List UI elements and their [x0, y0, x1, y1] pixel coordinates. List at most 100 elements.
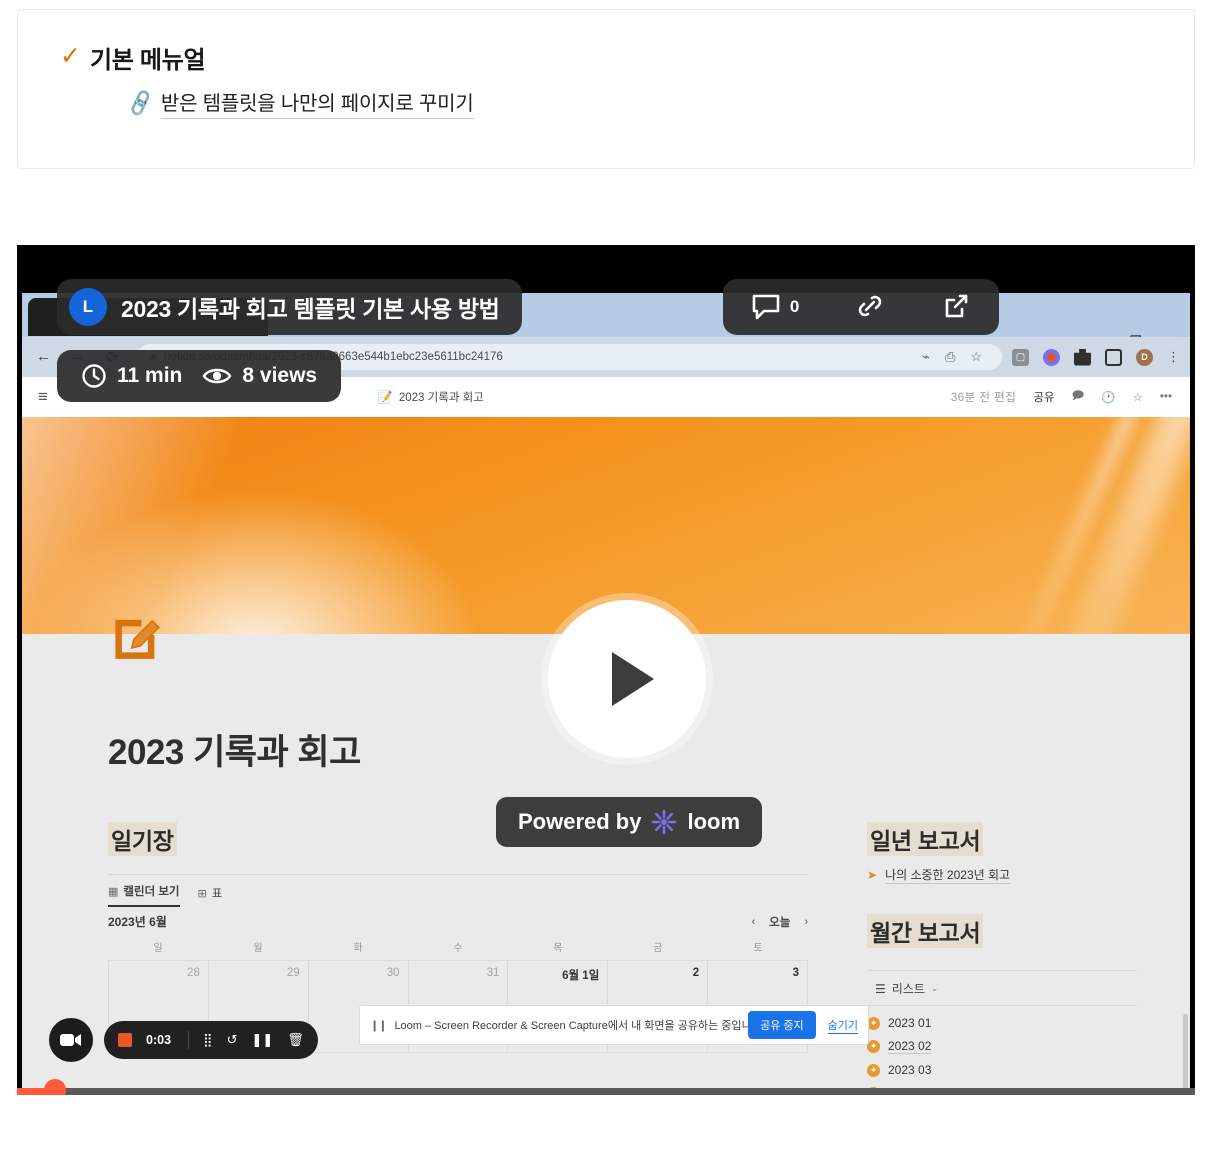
list-item-label[interactable]: 2023 03	[888, 1063, 931, 1077]
chevron-left-icon[interactable]: ‹	[751, 916, 755, 928]
chevron-down-icon[interactable]: ⌄	[931, 983, 939, 994]
yearly-report-label[interactable]: 나의 소중한 2023년 회고	[885, 866, 1011, 884]
reports-section: 일년 보고서 ➤ 나의 소중한 2023년 회고 월간 보고서 ☰ 리스트 ⌄ …	[867, 822, 1137, 1095]
page-title: 기본 메뉴얼	[90, 47, 206, 74]
duration-meta: 11 min	[81, 363, 182, 389]
last-edited-label: 36분 전 편집	[950, 392, 1017, 404]
drawing-dots-icon[interactable]: ⣿	[203, 1032, 213, 1048]
recorder-control-bar[interactable]: 0:03 ⣿ ↺ ❚❚ 🗑	[104, 1021, 318, 1059]
loom-flower-icon	[652, 809, 677, 835]
callout-link-row[interactable]: 🔗 받은 템플릿을 나만의 페이지로 꾸미기	[125, 87, 1194, 119]
monthly-report-list[interactable]: ✦ 2023 01 ✦ 2023 02 ✦ 2023 03 ✦ 2023 04	[867, 1016, 1137, 1095]
open-external-button[interactable]	[941, 293, 971, 321]
list-item[interactable]: ✦ 2023 03	[867, 1063, 1137, 1077]
weekday-label: 화	[353, 943, 363, 954]
weekday-label: 일	[153, 943, 163, 954]
callout-link-text[interactable]: 받은 템플릿을 나만의 페이지로 꾸미기	[160, 87, 474, 119]
link-chain-icon	[858, 295, 882, 317]
camera-icon[interactable]: ▢	[1012, 348, 1029, 366]
loom-icon[interactable]	[1043, 348, 1060, 366]
weekday-label: 토	[753, 943, 763, 954]
powered-by-badge[interactable]: Powered by loom	[496, 797, 763, 847]
loom-actions-pill[interactable]: 0	[723, 279, 999, 335]
memo-pencil-icon	[115, 619, 160, 659]
sidepanel-icon[interactable]	[1105, 348, 1122, 366]
camera-bubble[interactable]	[49, 1018, 93, 1062]
weekday-label: 월	[253, 943, 263, 954]
weekday-label: 수	[453, 943, 463, 954]
breadcrumb[interactable]: 📝 2023 기록과 회고	[378, 389, 484, 405]
share-icon[interactable]: ⌁	[922, 349, 930, 365]
video-title: 2023 기록과 회고 템플릿 기본 사용 방법	[121, 296, 500, 322]
hamburger-menu-icon[interactable]: ≡	[38, 387, 48, 407]
list-view-label[interactable]: 리스트	[892, 980, 925, 997]
loom-video-embed[interactable]: ⌄ − ❐ ✕ ← → ⟳ ▣ notion.so/ddaamhaa/2023-…	[17, 245, 1195, 1095]
weekday-label: 목	[553, 943, 563, 954]
bookmark-star-icon[interactable]: ☆	[970, 349, 982, 365]
memo-pencil-icon: 📝	[377, 390, 393, 404]
profile-initial: D	[1141, 352, 1148, 362]
avatar[interactable]: L	[69, 288, 107, 326]
omnibox-actions[interactable]: ⌁ ⎙ ☆	[922, 349, 982, 365]
calendar-navigation[interactable]: ‹ 오늘 ›	[751, 914, 808, 930]
list-item[interactable]: ✦ 2023 01	[867, 1016, 1137, 1030]
back-icon[interactable]: ←	[36, 348, 51, 366]
more-dots-icon[interactable]: •••	[1160, 391, 1172, 403]
puzzle-icon[interactable]	[1074, 348, 1091, 366]
table-icon: ⊞	[197, 887, 207, 900]
clock-icon	[82, 364, 106, 388]
powered-by-label: Powered by	[518, 809, 642, 834]
share-button[interactable]: 공유	[1033, 389, 1054, 405]
star-icon[interactable]: ☆	[1133, 390, 1143, 404]
calendar-weekday-row: 일 월 화 수 목 금 토	[108, 939, 808, 954]
callout-title-row: ✓ 기본 메뉴얼	[18, 10, 1194, 75]
list-item[interactable]: ✦ 2023 02	[867, 1039, 1137, 1054]
vertical-scrollbar[interactable]	[1183, 1014, 1188, 1095]
video-progress-bar[interactable]	[17, 1079, 1195, 1095]
monthly-report-heading: 월간 보고서	[867, 914, 984, 948]
play-button[interactable]	[548, 600, 706, 758]
yearly-report-item[interactable]: ➤ 나의 소중한 2023년 회고	[867, 866, 1137, 884]
tab-table-label: 표	[211, 888, 223, 900]
tab-table-view[interactable]: ⊞ 표	[198, 885, 223, 907]
chevron-right-icon[interactable]: ›	[804, 916, 808, 928]
trash-icon[interactable]: 🗑	[287, 1032, 304, 1048]
screen-share-bar: ❙❙ Loom – Screen Recorder & Screen Captu…	[359, 1005, 869, 1045]
video-progress-handle[interactable]	[44, 1079, 67, 1095]
loom-meta-pill: 11 min 8 views	[57, 350, 342, 402]
kebab-menu-icon[interactable]: ⋮	[1167, 349, 1180, 365]
today-button[interactable]: 오늘	[769, 914, 790, 930]
profile-avatar[interactable]: D	[1136, 348, 1153, 366]
notion-page-title: 2023 기록과 회고	[108, 733, 361, 772]
checkmark-icon[interactable]: ✓	[60, 44, 90, 69]
yearly-report-heading: 일년 보고서	[867, 822, 984, 856]
tab-calendar-view[interactable]: ▦ 캘린더 보기	[108, 883, 180, 907]
browser-extensions[interactable]: ▢ D ⋮	[1012, 348, 1180, 366]
loom-title-pill: L 2023 기록과 회고 템플릿 기본 사용 방법	[57, 279, 522, 335]
stop-square-icon[interactable]	[118, 1033, 132, 1047]
comment-button[interactable]: 0	[751, 293, 799, 321]
install-icon[interactable]: ⎙	[945, 349, 955, 365]
tab-calendar-label: 캘린더 보기	[123, 886, 180, 898]
clock-history-icon[interactable]: 🕐	[1101, 390, 1115, 404]
comment-bubble-icon	[752, 294, 780, 320]
copy-link-button[interactable]	[855, 293, 885, 321]
hide-sharing-bar-button[interactable]: 숨기기	[827, 1017, 858, 1034]
loom-wordmark: loom	[687, 809, 741, 834]
views-meta: 8 views	[202, 364, 317, 388]
database-view-tabs[interactable]: ▦ 캘린더 보기 ⊞ 표	[108, 874, 808, 907]
pause-bars-icon: ❙❙	[370, 1019, 387, 1032]
pause-icon[interactable]: ❚❚	[251, 1032, 273, 1048]
undo-arrow-icon[interactable]: ↺	[227, 1032, 238, 1048]
share-message: Loom – Screen Recorder & Screen Capture에…	[394, 1020, 749, 1032]
calendar-month-label: 2023년 6월	[108, 915, 167, 929]
paperclip-arrow-icon: 🔗	[125, 88, 157, 119]
comment-icon[interactable]: 🗩	[1072, 388, 1085, 407]
diary-heading: 일기장	[108, 822, 177, 856]
stop-sharing-button[interactable]: 공유 중지	[748, 1011, 816, 1039]
notion-topbar-actions[interactable]: 36분 전 편집 공유 🗩 🕐 ☆ •••	[951, 388, 1172, 407]
list-item-label[interactable]: 2023 01	[888, 1016, 931, 1030]
breadcrumb-label[interactable]: 2023 기록과 회고	[399, 389, 484, 405]
monthly-list-view-selector[interactable]: ☰ 리스트 ⌄	[867, 970, 1137, 1006]
list-item-label[interactable]: 2023 02	[888, 1039, 932, 1054]
